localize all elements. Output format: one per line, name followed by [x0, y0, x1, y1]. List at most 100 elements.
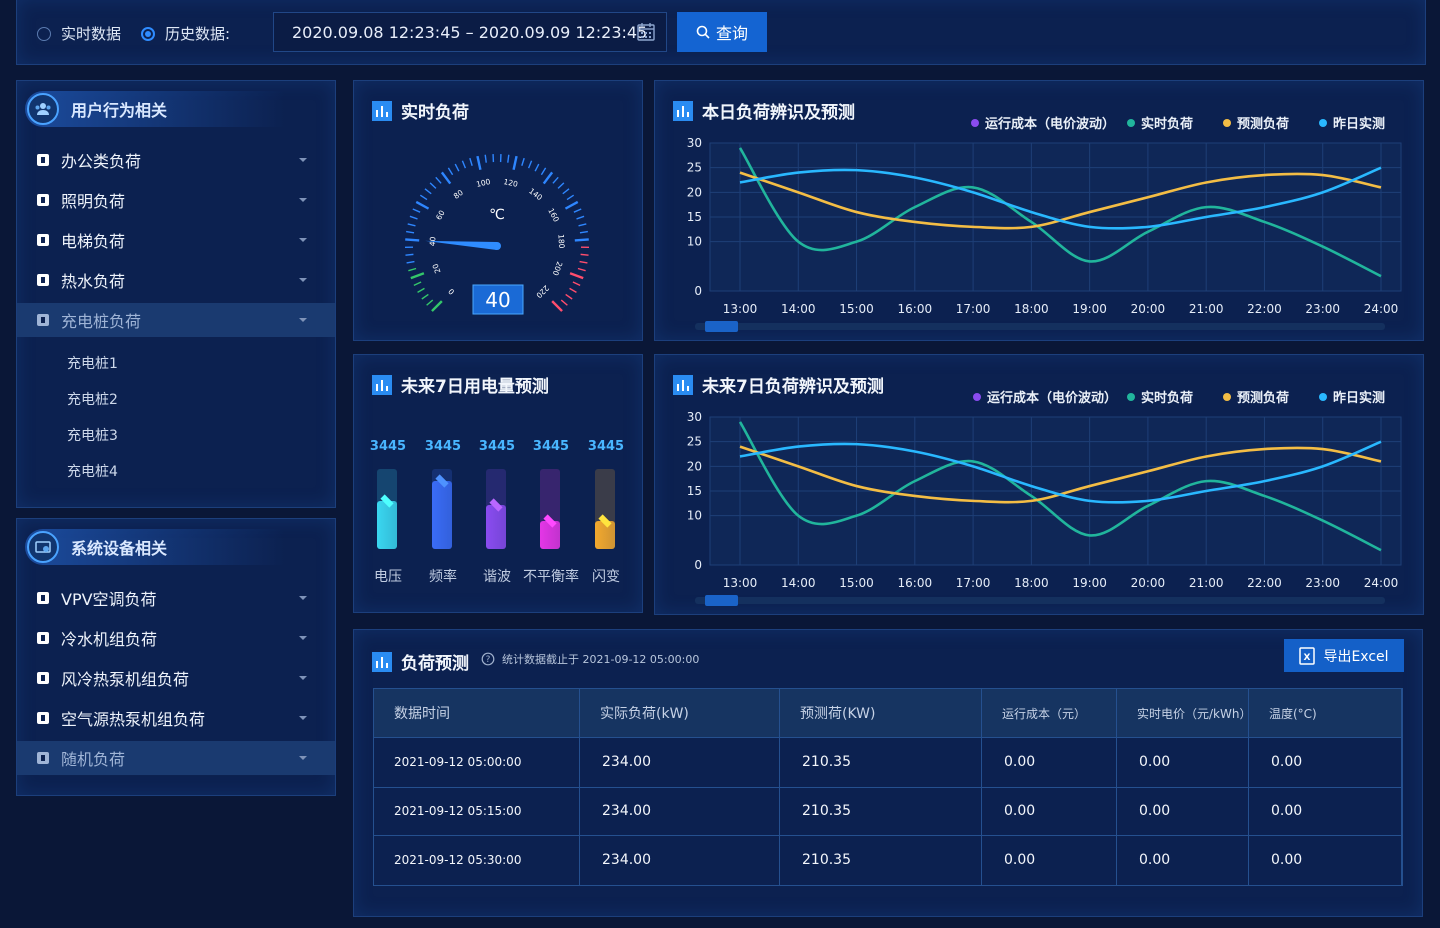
calendar-icon[interactable] [636, 22, 656, 42]
sidebar-item-lighting[interactable]: 照明负荷 [17, 183, 335, 217]
sidebar-item-elevator[interactable]: 电梯负荷 [17, 223, 335, 257]
export-excel-button[interactable]: X 导出Excel [1284, 639, 1404, 672]
chevron-down-icon[interactable] [299, 198, 307, 202]
gauge-tick [431, 300, 443, 312]
gauge-tick [540, 167, 547, 176]
radio-history-label: 历史数据: [165, 25, 231, 43]
gauge-tick [560, 299, 568, 306]
gauge-tick [569, 287, 577, 293]
sidebar-user-panel: 用户行为相关 办公类负荷 照明负荷 电梯负荷 热水负荷 充电桩负荷 充电桩1 充… [16, 80, 336, 508]
chevron-down-icon[interactable] [299, 716, 307, 720]
help-icon[interactable]: ? [481, 652, 495, 666]
chart-scroll-track[interactable] [695, 323, 1385, 330]
chevron-down-icon[interactable] [299, 596, 307, 600]
item-icon [37, 154, 49, 166]
sidebar-item-vpv-ac[interactable]: VPV空调负荷 [17, 581, 335, 615]
sidebar-device-header: 系统设备相关 [25, 529, 285, 565]
gauge-tick-label: 20 [431, 262, 443, 274]
sidebar-item-label: 照明负荷 [61, 192, 126, 211]
device-settings-icon [27, 531, 59, 563]
gauge-tick [424, 188, 432, 195]
sidebar-item-air-heat-pump[interactable]: 风冷热泵机组负荷 [17, 661, 335, 695]
y-tick-label: 20 [687, 459, 702, 473]
chevron-down-icon[interactable] [299, 278, 307, 282]
date-range-picker[interactable]: 2020.09.08 12:23:45 – 2020.09.09 12:23:4… [273, 12, 667, 52]
sidebar-item-hotwater[interactable]: 热水负荷 [17, 263, 335, 297]
table-cell: 234.00 [580, 787, 780, 835]
chevron-down-icon[interactable] [299, 158, 307, 162]
sidebar-item-label: 充电桩负荷 [61, 312, 142, 331]
x-tick-label: 24:00 [1364, 302, 1399, 316]
chevron-down-icon[interactable] [299, 318, 307, 322]
table-cell: 0.00 [1117, 787, 1249, 835]
table-cell: 2021-09-12 05:30:00 [374, 835, 580, 885]
gauge-needle-hub [493, 242, 501, 250]
gauge-tick [562, 188, 570, 195]
x-tick-label: 20:00 [1131, 302, 1166, 316]
sidebar-item-chiller[interactable]: 冷水机组负荷 [17, 621, 335, 655]
gauge-tick [534, 163, 540, 172]
sidebar-item-office[interactable]: 办公类负荷 [17, 143, 335, 177]
forecast7-card: 未来7日用电量预测 3445 电压 3445 频率 3445 谐波 3445 不平衡率 3445… [353, 354, 643, 613]
x-tick-label: 18:00 [1014, 576, 1049, 590]
query-button[interactable]: 查询 [677, 12, 767, 52]
temperature-gauge: ℃ 40 020406080100 120140160180200220 [404, 154, 590, 315]
card-title: 负荷预测 [372, 649, 469, 674]
chevron-down-icon[interactable] [299, 756, 307, 760]
table-cell: 2021-09-12 05:15:00 [374, 787, 580, 835]
table-header-cell[interactable]: 预测荷(KW) [780, 689, 982, 737]
item-icon [37, 274, 49, 286]
radio-history[interactable]: 历史数据: [141, 23, 230, 44]
sub-item-charger-2[interactable]: 充电桩2 [67, 389, 118, 409]
table-cell: 210.35 [780, 737, 982, 787]
gauge-tick [454, 163, 460, 172]
chart-scroll-handle[interactable] [705, 321, 738, 332]
table-note: 统计数据截止于 2021-09-12 05:00:00 [502, 653, 700, 666]
gauge-tick-label: 220 [534, 283, 551, 300]
x-tick-label: 17:00 [956, 576, 991, 590]
chevron-down-icon[interactable] [299, 676, 307, 680]
x-tick-label: 13:00 [723, 302, 758, 316]
sub-item-charger-3[interactable]: 充电桩3 [67, 425, 118, 445]
chart-scroll-track[interactable] [695, 597, 1385, 604]
gauge-tick [406, 230, 415, 234]
bar-chart-icon [372, 651, 392, 672]
sidebar-item-air-source-pump[interactable]: 空气源热泵机组负荷 [17, 701, 335, 735]
bar-fill [377, 501, 397, 549]
sub-item-charger-4[interactable]: 充电桩4 [67, 461, 118, 481]
gauge-tick [447, 167, 454, 176]
svg-text:?: ? [486, 655, 491, 665]
gauge-tick [484, 154, 487, 163]
sidebar-item-label: 冷水机组负荷 [61, 630, 158, 649]
x-tick-label: 16:00 [898, 302, 933, 316]
sidebar-device-title: 系统设备相关 [71, 539, 168, 558]
chart-scroll-handle[interactable] [705, 595, 738, 606]
y-tick-label: 25 [687, 161, 702, 175]
table-header-cell[interactable]: 温度(°C) [1249, 689, 1402, 737]
item-icon [37, 234, 49, 246]
gauge-tick [512, 155, 518, 171]
radio-realtime-circle[interactable] [37, 26, 51, 41]
table-header-cell[interactable]: 实际负荷(kW) [580, 689, 780, 737]
table-header-cell[interactable]: 数据时间 [374, 689, 580, 737]
chevron-down-icon[interactable] [299, 636, 307, 640]
gauge-unit: ℃ [489, 207, 505, 223]
sidebar-item-label: 电梯负荷 [61, 232, 126, 251]
excel-icon: X [1299, 646, 1316, 665]
today-line-chart: 0 10 15 20 25 30 13:00 14:00 15:00 16:00 17:00 18:0… [687, 136, 1402, 332]
radio-history-circle[interactable] [141, 26, 155, 41]
chevron-down-icon[interactable] [299, 238, 307, 242]
y-tick-label: 0 [694, 558, 702, 572]
table-header-cell[interactable]: 实时电价（元/kWh） [1117, 689, 1251, 737]
sidebar-item-charging[interactable]: 充电桩负荷 [17, 303, 335, 337]
sidebar-item-random-load[interactable]: 随机负荷 [17, 741, 335, 775]
radio-realtime[interactable]: 实时数据 [37, 23, 121, 44]
table-header-cell[interactable]: 运行成本（元） [982, 689, 1117, 737]
sub-item-charger-1[interactable]: 充电桩1 [67, 353, 118, 373]
x-tick-label: 20:00 [1131, 576, 1166, 590]
gauge-tick [576, 215, 585, 220]
bar-value-label: 3445 [369, 439, 407, 454]
gauge-tick [417, 287, 425, 293]
sidebar-item-label: 风冷热泵机组负荷 [61, 670, 190, 689]
table-cell: 0.00 [982, 835, 1117, 885]
